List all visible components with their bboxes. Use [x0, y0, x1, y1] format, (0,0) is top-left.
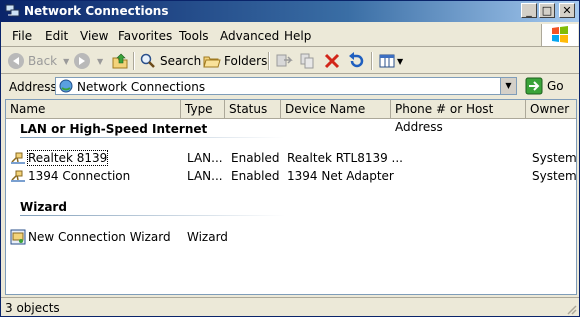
back-label: Back — [28, 54, 58, 68]
network-globe-icon — [59, 79, 73, 93]
column-header-row: Name Type Status Device Name Phone # or … — [6, 100, 576, 134]
group-heading-lan: LAN or High-Speed Internet — [20, 122, 208, 136]
copy-to-icon — [300, 53, 314, 69]
network-connections-window: Network Connections _ □ ✕ File Edit View… — [0, 0, 580, 317]
column-header-name[interactable]: Name — [6, 100, 181, 118]
views-icon — [379, 54, 395, 68]
connection-type: LAN... — [187, 169, 223, 183]
up-folder-button[interactable] — [111, 51, 129, 71]
folders-label: Folders — [224, 54, 268, 68]
list-item[interactable]: 1394 Connection LAN... Enabled 1394 Net … — [6, 168, 576, 184]
address-label: Address — [9, 80, 57, 94]
forward-dropdown-icon[interactable]: ▼ — [97, 57, 103, 66]
wizard-icon — [10, 229, 26, 245]
toolbar-separator — [268, 52, 270, 70]
connection-name: Realtek 8139 — [26, 150, 109, 166]
address-bar: Address Network Connections ▼ Go — [1, 75, 579, 97]
windows-logo-icon — [541, 24, 578, 46]
views-button[interactable]: ▼ — [378, 51, 403, 71]
group-heading-wizard: Wizard — [20, 200, 67, 214]
search-button[interactable]: Search — [139, 51, 201, 71]
menu-view[interactable]: View — [80, 29, 108, 43]
menu-help[interactable]: Help — [284, 29, 311, 43]
close-button[interactable]: ✕ — [559, 3, 575, 18]
minimize-button[interactable]: _ — [521, 3, 537, 18]
connection-type: LAN... — [187, 151, 223, 165]
connection-device: 1394 Net Adapter — [287, 169, 394, 183]
connection-name: New Connection Wizard — [28, 230, 171, 244]
address-value: Network Connections — [77, 80, 206, 94]
go-button[interactable]: Go — [525, 76, 564, 96]
address-field[interactable]: Network Connections ▼ — [55, 77, 517, 95]
go-label: Go — [547, 79, 564, 93]
standard-toolbar: Back ▼ ▼ Search Folders ▼ — [1, 48, 579, 74]
back-dropdown-icon[interactable]: ▼ — [63, 57, 69, 66]
column-header-status[interactable]: Status — [225, 100, 281, 118]
up-folder-icon — [112, 53, 128, 69]
network-connections-icon — [5, 4, 20, 17]
window-title: Network Connections — [24, 4, 169, 18]
list-item[interactable]: Realtek 8139 LAN... Enabled Realtek RTL8… — [6, 150, 576, 166]
menu-advanced[interactable]: Advanced — [220, 29, 279, 43]
search-label: Search — [160, 54, 202, 68]
connection-type: Wizard — [187, 230, 228, 244]
search-icon — [140, 53, 155, 68]
copy-to-button[interactable] — [299, 51, 317, 71]
address-dropdown-icon[interactable]: ▼ — [500, 78, 516, 94]
menu-bar: File Edit View Favorites Tools Advanced … — [1, 24, 579, 47]
column-header-type[interactable]: Type — [181, 100, 225, 118]
list-item[interactable]: New Connection Wizard Wizard — [6, 229, 576, 245]
folders-icon — [203, 56, 221, 68]
views-dropdown-icon[interactable]: ▼ — [397, 57, 403, 66]
menu-favorites[interactable]: Favorites — [118, 29, 172, 43]
lan-connection-icon — [11, 170, 25, 182]
go-arrow-icon — [525, 77, 543, 95]
delete-icon — [324, 53, 340, 69]
folders-button[interactable]: Folders — [203, 51, 267, 71]
connection-status: Enabled — [231, 151, 280, 165]
resize-grip-icon[interactable] — [565, 303, 577, 315]
lan-connection-icon — [11, 152, 25, 164]
title-bar[interactable]: Network Connections _ □ ✕ — [1, 1, 579, 22]
status-text: 3 objects — [5, 301, 60, 315]
forward-arrow-icon — [74, 53, 90, 69]
delete-button[interactable] — [323, 51, 341, 71]
back-arrow-icon — [8, 53, 24, 69]
toolbar-separator — [371, 52, 373, 70]
status-bar: 3 objects — [1, 297, 579, 317]
column-header-owner[interactable]: Owner — [526, 100, 576, 118]
move-to-button[interactable] — [275, 51, 293, 71]
column-header-device-name[interactable]: Device Name — [281, 100, 391, 118]
connection-device: Realtek RTL8139 ... — [287, 151, 403, 165]
undo-button[interactable] — [347, 51, 365, 71]
connection-owner: System — [532, 169, 577, 183]
connection-name: 1394 Connection — [28, 169, 131, 183]
back-button[interactable]: Back ▼ — [7, 51, 69, 71]
group-divider — [20, 215, 285, 216]
group-divider — [20, 137, 285, 138]
undo-icon — [349, 52, 364, 68]
column-header-phone-host[interactable]: Phone # or Host Address — [391, 100, 526, 134]
menu-file[interactable]: File — [12, 29, 32, 43]
connections-list[interactable]: Name Type Status Device Name Phone # or … — [5, 99, 577, 295]
menu-edit[interactable]: Edit — [45, 29, 68, 43]
connection-owner: System — [532, 151, 577, 165]
move-to-icon — [276, 54, 293, 67]
menu-tools[interactable]: Tools — [179, 29, 209, 43]
maximize-button[interactable]: □ — [539, 3, 555, 18]
connection-status: Enabled — [231, 169, 280, 183]
toolbar-separator — [133, 52, 135, 70]
forward-button[interactable]: ▼ — [73, 51, 103, 71]
